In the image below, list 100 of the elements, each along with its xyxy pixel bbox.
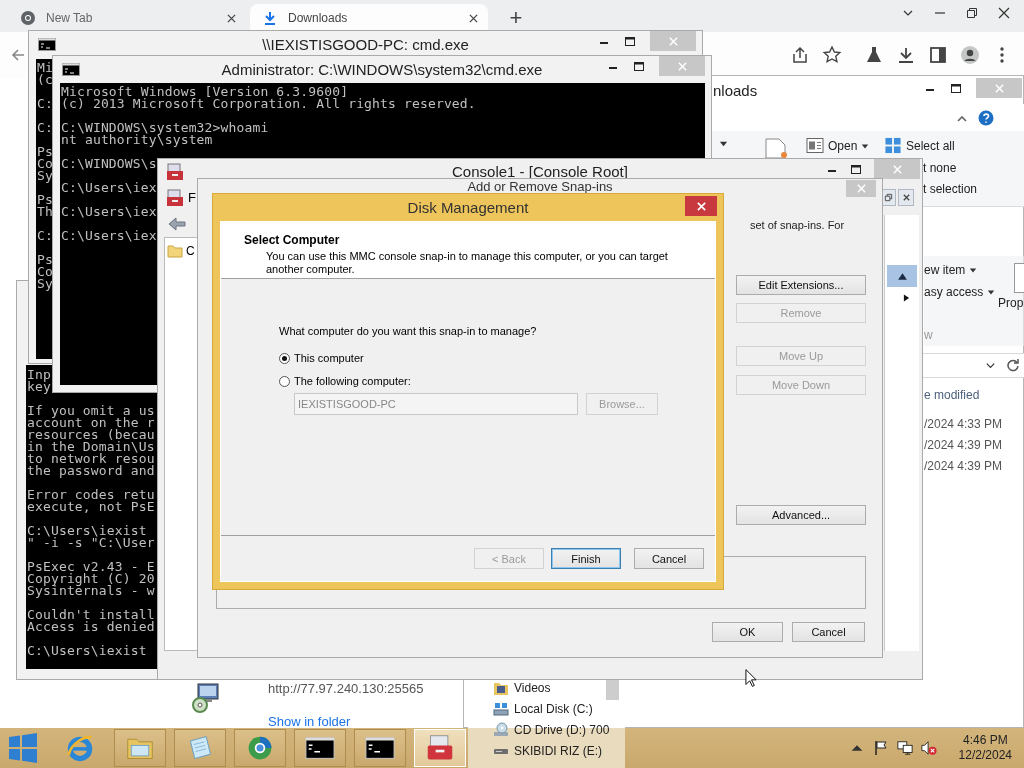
address-bar[interactable] [923,353,1024,378]
new-tab-button[interactable]: + [502,4,530,32]
console-line: C:\Users\iex [61,230,157,242]
close-icon [901,193,911,202]
radio-option[interactable]: The following computer: [279,375,411,387]
triangle-up-icon [896,271,908,281]
clock-date[interactable]: 12/2/2024 [958,748,1012,763]
taskbar-app[interactable] [354,729,406,767]
nav-item[interactable]: Local Disk (C:) [493,701,625,717]
menu-item[interactable]: F [188,190,196,205]
browser-icon [65,734,95,762]
console-line: Co [37,158,53,170]
close-icon[interactable] [227,13,236,23]
dialog-button[interactable]: Advanced... [736,505,866,525]
window-title: Administrator: C:\WINDOWS\system32\cmd.exe [221,60,543,78]
console-line: C:\Users\iex [61,182,157,194]
chevron-down-icon[interactable] [985,360,996,371]
console-line: C:\WINDOWS\s [61,158,157,170]
avatar-icon[interactable] [960,45,980,65]
cancel-button[interactable]: Cancel [792,622,865,642]
back-arrow-icon[interactable] [168,217,186,231]
console-line: Sysinternals - w [27,585,155,597]
collapse-button[interactable] [887,265,917,287]
network-icon[interactable] [896,740,913,756]
ribbon-button[interactable]: t none [923,161,957,175]
back-arrow-icon[interactable] [10,47,26,63]
refresh-icon[interactable] [1006,358,1020,372]
console-line: C:\WINDOWS\system32>whoami [61,122,269,134]
console-line: Microsoft Windows [Version 6.3.9600] [61,86,349,98]
console-line: C: [37,230,53,242]
close-icon [695,200,707,212]
ribbon-button[interactable]: Open [806,137,870,154]
console-line: Inp [27,369,51,381]
ribbon-button[interactable]: asy access [924,282,996,302]
close-icon[interactable] [998,7,1010,19]
select-all-icon [884,137,902,154]
tree-item[interactable]: C [167,244,195,258]
cd-drive-icon [493,722,509,738]
radio-option[interactable]: This computer [279,352,364,364]
console-line: Co [37,266,53,278]
browser-tab[interactable]: Downloads [250,4,488,32]
column-header[interactable]: e modified [924,388,980,402]
wizard-description: You can use this MMC console snap-in to manage this computer, or you can target another computer. [266,250,669,276]
console-line: in the Domain\Us [27,441,155,453]
maximize-icon[interactable] [950,82,962,94]
video-folder-icon [493,680,509,696]
window-title: Add or Remove Snap-ins [466,180,614,194]
open-icon [806,137,824,154]
ribbon-button[interactable]: Select all [884,137,955,154]
question-text: What computer do you want this snap-in to manage? [279,325,537,337]
close-icon [855,183,867,194]
close-icon [891,163,903,175]
help-icon[interactable] [978,110,994,126]
close-button[interactable] [685,196,717,216]
download-icon[interactable] [896,45,916,65]
console-line: Access is denied [27,621,155,633]
close-icon[interactable] [469,13,478,23]
close-button[interactable] [898,189,914,206]
console-line: C:\Users\iexist [27,645,147,657]
download-url: http://77.97.240.130:25565 [268,681,424,696]
window-title: Console1 - [Console Root] [451,163,629,180]
speaker-icon[interactable] [920,740,937,756]
console-line: " -i -s "C:\User [27,537,155,549]
nav-item[interactable]: CD Drive (D:) 700 [493,722,625,738]
clock-time[interactable]: 4:46 PM [962,733,1008,748]
expand-arrow-icon[interactable] [903,293,910,303]
ok-button[interactable]: OK [712,622,783,642]
toolbox-icon [425,734,455,762]
console-line: execute, not PsE [27,501,155,513]
document-icon[interactable] [764,138,788,158]
start-button[interactable] [8,733,38,763]
show-in-folder-link[interactable]: Show in folder [268,714,351,729]
share-icon[interactable] [790,45,810,65]
ribbon-button[interactable]: ew item [924,260,978,280]
installer-icon[interactable] [190,682,222,714]
toolbox-icon [166,189,184,207]
wizard-button[interactable]: Cancel [634,548,704,569]
caret-icon [969,266,978,274]
flag-icon[interactable] [872,740,889,756]
maximize-icon[interactable] [624,35,636,47]
console-line: key [27,381,51,393]
properties-icon[interactable] [1014,263,1024,293]
flask-icon[interactable] [864,45,884,65]
scrollbar[interactable] [606,680,619,700]
caret-icon[interactable] [719,139,728,148]
taskbar-app[interactable] [294,729,346,767]
drive-icon [493,701,509,717]
date-cell: /2024 4:39 PM [924,438,1003,452]
console-line: the password and [27,465,155,477]
side-panel-icon[interactable] [928,45,948,65]
maximize-icon[interactable] [633,60,645,72]
restore-icon[interactable] [966,7,978,19]
console-line: PsExec v2.43 - E [27,561,155,573]
nav-item[interactable]: SKIBIDI RIZ (E:) [493,743,625,759]
ribbon-button[interactable]: t selection [923,182,978,196]
maximize-icon[interactable] [850,163,862,175]
properties-button[interactable]: Prop [998,296,1024,310]
dialog-button[interactable]: Edit Extensions... [736,275,866,295]
star-icon[interactable] [822,45,842,65]
wizard-button[interactable]: Finish [551,548,621,569]
